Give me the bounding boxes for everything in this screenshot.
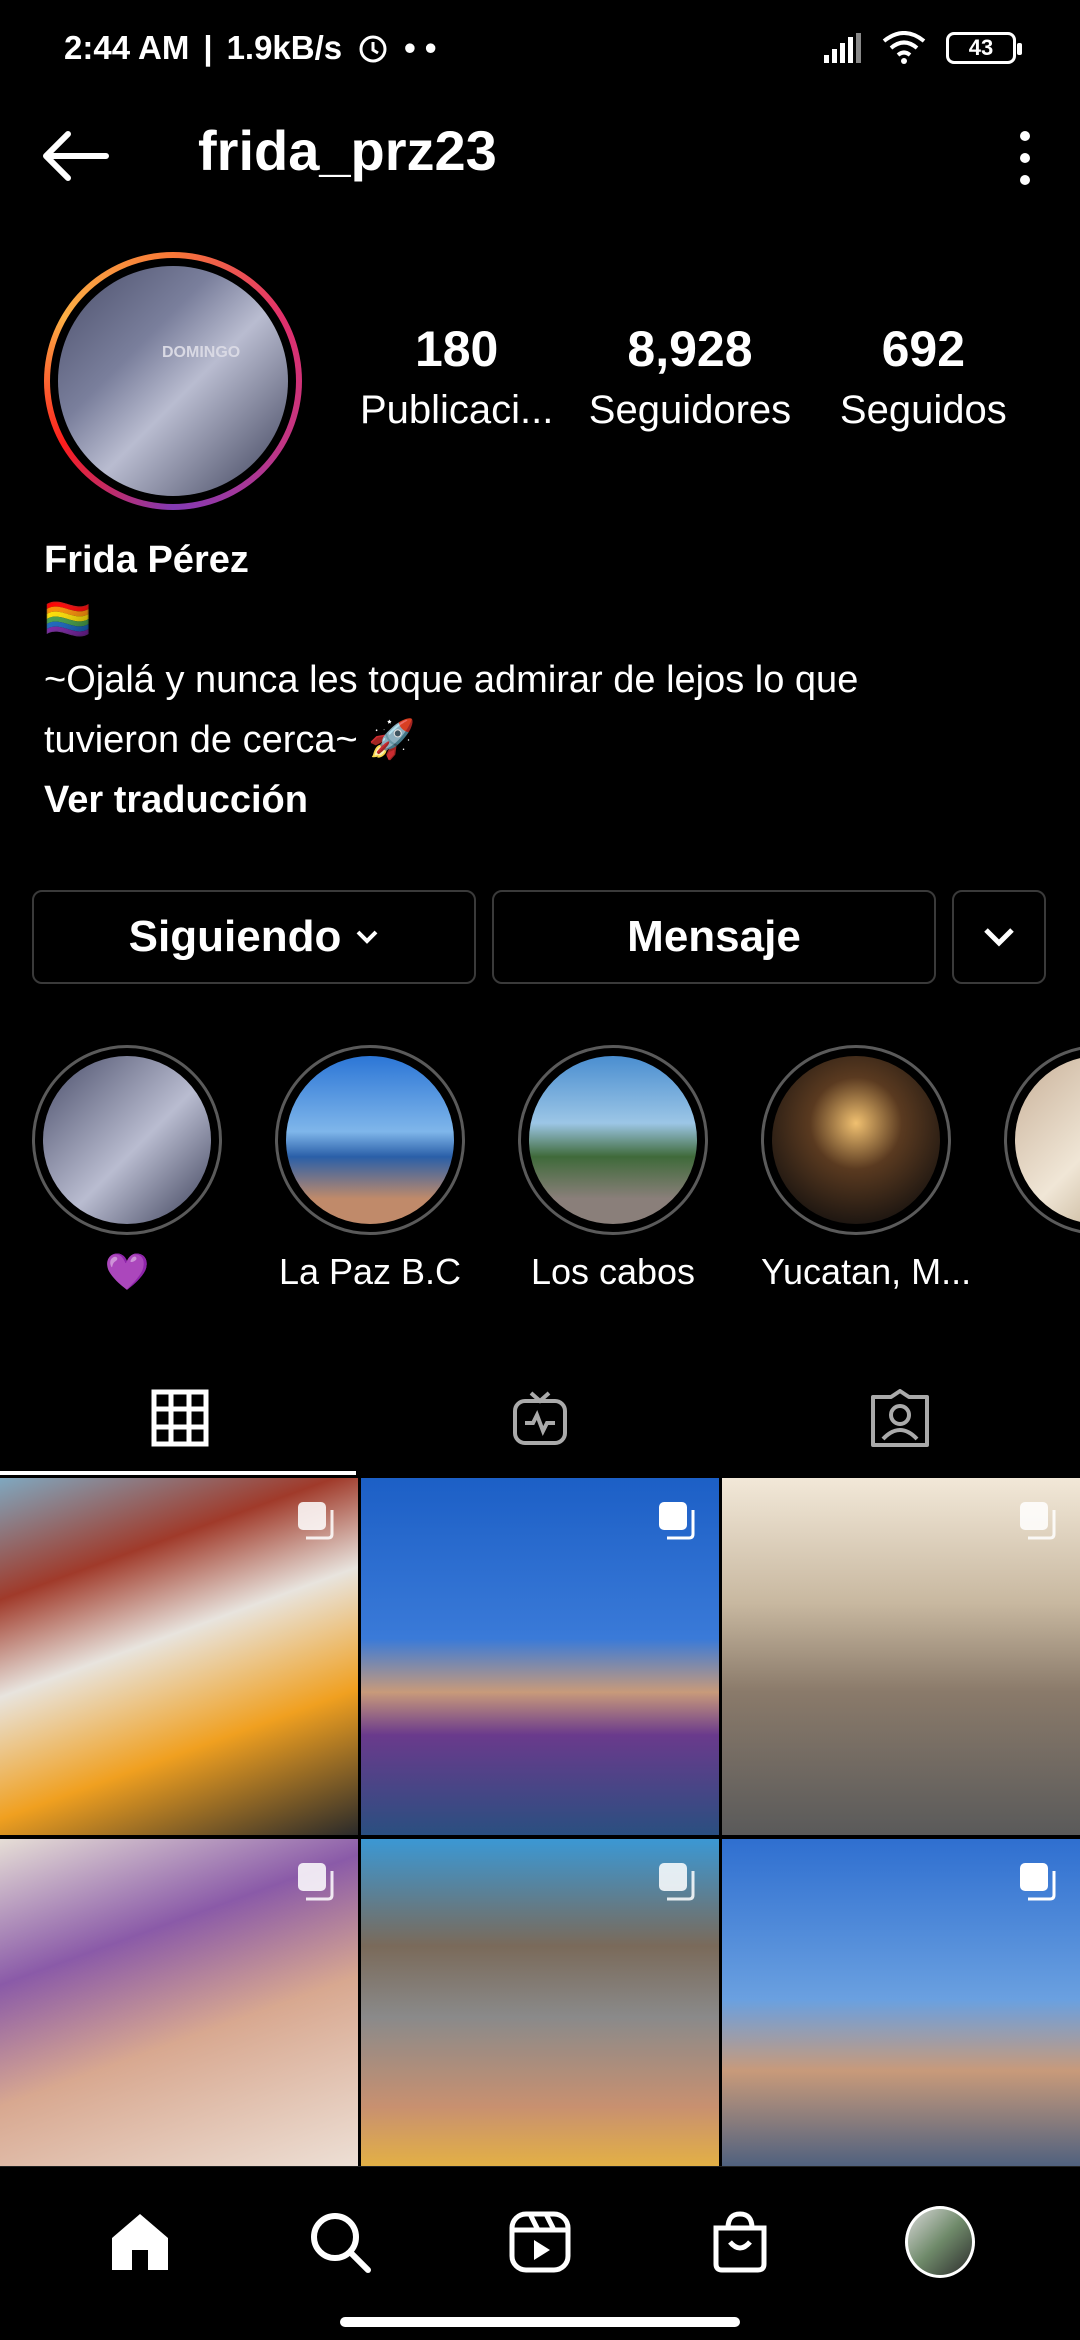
profile-avatar: DOMINGO bbox=[58, 266, 288, 496]
stat-following-label: Seguidos bbox=[839, 388, 1007, 432]
bio-line-1: ~Ojalá y nunca les toque admirar de lejo… bbox=[44, 659, 859, 701]
bio-emoji: 🏳️‍🌈 bbox=[44, 599, 92, 641]
reels-icon bbox=[509, 2211, 571, 2273]
stat-following[interactable]: 692 Seguidos bbox=[807, 320, 1040, 433]
battery-icon: 43 bbox=[946, 32, 1022, 64]
status-separator: | bbox=[203, 29, 213, 66]
status-speed: 1.9kB/s bbox=[226, 29, 343, 66]
post-thumbnail[interactable] bbox=[722, 1478, 1080, 1835]
chevron-down-icon bbox=[356, 930, 378, 944]
page-title: frida_prz23 bbox=[198, 119, 497, 182]
profile-avatar-story-ring[interactable]: DOMINGO bbox=[44, 252, 302, 510]
stat-followers[interactable]: 8,928 Seguidores bbox=[573, 320, 806, 433]
highlight-label: Yucatan, M... bbox=[761, 1251, 972, 1292]
nav-profile[interactable] bbox=[905, 2206, 975, 2278]
highlight-item[interactable]: Los cabos bbox=[518, 1045, 708, 1293]
highlight-label: 💜 bbox=[104, 1251, 150, 1292]
profile-avatar-small bbox=[905, 2206, 975, 2278]
status-bar: 2:44 AM | 1.9kB/s • • 43 bbox=[0, 0, 1080, 96]
highlight-label: La Paz B.C bbox=[278, 1251, 462, 1292]
stat-posts[interactable]: 180 Publicaci... bbox=[340, 320, 573, 433]
highlight-cover bbox=[529, 1056, 697, 1224]
post-thumbnail[interactable] bbox=[361, 1839, 719, 2196]
stat-followers-count: 8,928 bbox=[627, 321, 753, 377]
profile-bio: Frida Pérez 🏳️‍🌈 ~Ojalá y nunca les toqu… bbox=[44, 530, 1034, 830]
more-notifications-icon: • • bbox=[404, 29, 437, 66]
tagged-icon bbox=[871, 1388, 929, 1447]
highlight-cover bbox=[772, 1056, 940, 1224]
post-thumbnail[interactable] bbox=[361, 1478, 719, 1835]
avatar-door-sign: DOMINGO bbox=[162, 344, 241, 361]
chevron-down-icon bbox=[984, 928, 1014, 947]
igtv-icon bbox=[513, 1391, 567, 1445]
message-label: Mensaje bbox=[627, 912, 801, 961]
nav-search[interactable] bbox=[305, 2207, 375, 2277]
profile-actions: Siguiendo Mensaje bbox=[32, 890, 1048, 984]
post-thumbnail[interactable] bbox=[0, 1839, 358, 2196]
tab-posts-grid[interactable] bbox=[0, 1360, 360, 1475]
multiple-photos-icon bbox=[659, 1502, 695, 1540]
tab-tagged[interactable] bbox=[720, 1360, 1080, 1475]
nav-shop[interactable] bbox=[705, 2207, 775, 2277]
stat-following-count: 692 bbox=[881, 321, 966, 377]
see-translation-link[interactable]: Ver traducción bbox=[44, 770, 1034, 830]
wifi-icon bbox=[882, 31, 926, 64]
multiple-photos-icon bbox=[1020, 1502, 1056, 1540]
shop-icon bbox=[713, 2211, 767, 2273]
back-arrow-icon[interactable] bbox=[40, 128, 110, 184]
highlight-label: Los cabos bbox=[530, 1251, 696, 1292]
post-thumbnail[interactable] bbox=[0, 1478, 358, 1835]
profile-name: Frida Pérez bbox=[44, 539, 249, 581]
alarm-icon bbox=[359, 35, 387, 63]
highlight-item[interactable]: La Paz B.C bbox=[275, 1045, 465, 1293]
story-highlights: 💜 La Paz B.C Los cabos Yucatan, M... Z bbox=[0, 1045, 1080, 1305]
suggested-accounts-button[interactable] bbox=[952, 890, 1046, 984]
bottom-navigation bbox=[0, 2166, 1080, 2340]
home-icon bbox=[112, 2214, 168, 2270]
status-time: 2:44 AM bbox=[64, 29, 190, 66]
stat-posts-count: 180 bbox=[414, 321, 499, 377]
highlight-item[interactable]: Yucatan, M... bbox=[761, 1045, 972, 1293]
multiple-photos-icon bbox=[1020, 1863, 1056, 1901]
profile-tabs bbox=[0, 1360, 1080, 1475]
highlight-item[interactable]: Z bbox=[1004, 1045, 1080, 1293]
highlight-cover bbox=[43, 1056, 211, 1224]
highlight-label: Z bbox=[1004, 1251, 1080, 1293]
signal-icon bbox=[824, 33, 861, 63]
multiple-photos-icon bbox=[659, 1863, 695, 1901]
multiple-photos-icon bbox=[298, 1863, 334, 1901]
stat-posts-label: Publicaci... bbox=[359, 388, 554, 432]
post-thumbnail[interactable] bbox=[722, 1839, 1080, 2196]
profile-header: frida_prz23 bbox=[0, 110, 1080, 200]
following-label: Siguiendo bbox=[128, 912, 342, 961]
grid-icon bbox=[151, 1389, 209, 1446]
multiple-photos-icon bbox=[298, 1502, 334, 1540]
tab-igtv[interactable] bbox=[360, 1360, 720, 1475]
profile-stats: 180 Publicaci... 8,928 Seguidores 692 Se… bbox=[340, 320, 1040, 433]
nav-reels[interactable] bbox=[505, 2207, 575, 2277]
highlight-cover bbox=[1015, 1056, 1080, 1224]
stat-followers-label: Seguidores bbox=[588, 388, 792, 432]
bio-line-2: tuvieron de cerca~ 🚀 bbox=[44, 719, 416, 761]
more-options-icon[interactable] bbox=[1010, 128, 1040, 188]
search-icon bbox=[311, 2213, 371, 2273]
highlight-cover bbox=[286, 1056, 454, 1224]
message-button[interactable]: Mensaje bbox=[492, 890, 936, 984]
highlight-item[interactable]: 💜 bbox=[32, 1045, 222, 1293]
following-button[interactable]: Siguiendo bbox=[32, 890, 476, 984]
battery-level: 43 bbox=[968, 35, 994, 60]
posts-grid bbox=[0, 1478, 1080, 2196]
gesture-home-bar[interactable] bbox=[340, 2317, 740, 2327]
nav-home[interactable] bbox=[105, 2207, 175, 2277]
